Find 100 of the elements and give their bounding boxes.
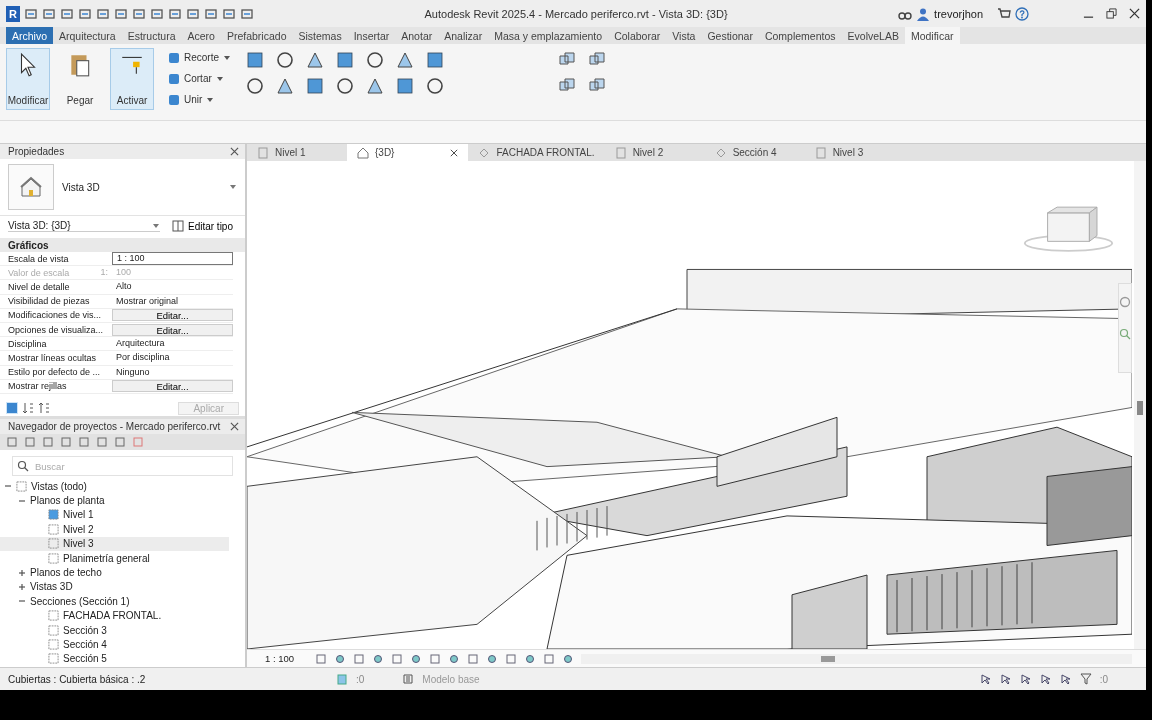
modify-tool-icon[interactable] — [425, 76, 445, 96]
toolbar-icon[interactable] — [114, 6, 128, 21]
zoom-icon[interactable] — [1119, 328, 1131, 340]
edit-button[interactable]: Editar... — [112, 309, 233, 322]
modify-tool-icon[interactable] — [395, 50, 415, 70]
ribbon-tab[interactable]: Insertar — [347, 27, 396, 44]
tree-item[interactable]: FACHADA FRONTAL. — [63, 610, 162, 622]
ribbon-button[interactable]: Modificar — [6, 48, 50, 110]
view-control-icon[interactable] — [448, 652, 461, 665]
steering-wheel-icon[interactable] — [1119, 296, 1131, 308]
modify-tool-icon[interactable] — [365, 76, 385, 96]
selection-filter-icon[interactable] — [999, 673, 1012, 685]
tree-item[interactable]: Nivel 1 — [63, 509, 94, 521]
filter-icon[interactable] — [1079, 673, 1092, 685]
browser-toolbar-icon[interactable] — [114, 436, 126, 448]
tree-item[interactable]: Sección 5 — [63, 653, 107, 665]
toolbar-icon[interactable] — [24, 6, 38, 21]
user-name[interactable]: trevorjhon — [934, 7, 983, 20]
modify-tool-icon[interactable] — [275, 76, 295, 96]
view-control-icon[interactable] — [334, 652, 347, 665]
toolbar-icon[interactable] — [132, 6, 146, 21]
selection-filter-icon[interactable] — [1039, 673, 1052, 685]
ribbon-tab[interactable]: Vista — [666, 27, 702, 44]
browser-toolbar-icon[interactable] — [42, 436, 54, 448]
selection-filter-icon[interactable] — [1059, 673, 1072, 685]
ribbon-button[interactable]: Pegar — [58, 48, 102, 110]
ribbon-tab[interactable]: Sistemas — [292, 27, 348, 44]
modify-tool-icon[interactable] — [335, 76, 355, 96]
scrollbar-thumb[interactable] — [1137, 401, 1143, 415]
tree-item[interactable]: Secciones (Sección 1) — [30, 595, 130, 607]
view-tab[interactable]: FACHADA FRONTAL. — [468, 144, 605, 161]
ribbon-tab[interactable]: Masa y emplazamiento — [488, 27, 609, 44]
browser-toolbar-icon[interactable] — [78, 436, 90, 448]
tree-item[interactable]: Planos de techo — [30, 567, 102, 579]
help-icon[interactable] — [1015, 6, 1029, 21]
scrollbar-thumb[interactable] — [821, 655, 836, 662]
group-header[interactable]: Gráficos — [8, 239, 49, 251]
ribbon-tab[interactable]: Estructura — [121, 27, 182, 44]
instance-dropdown[interactable]: Vista 3D: {3D} — [8, 220, 160, 232]
view-tab[interactable]: Nivel 2 — [604, 144, 705, 161]
tree-item[interactable]: Nivel 3 — [63, 538, 94, 550]
view-control-icon[interactable] — [429, 652, 442, 665]
ribbon-tab[interactable]: EvolveLAB — [841, 27, 905, 44]
browser-toolbar-icon[interactable] — [24, 436, 36, 448]
cart-icon[interactable] — [997, 6, 1011, 21]
view-control-icon[interactable] — [505, 652, 518, 665]
view-scale[interactable]: 1 : 100 — [265, 653, 295, 664]
list-icon[interactable] — [402, 673, 415, 685]
modify-tool-icon[interactable] — [275, 50, 295, 70]
category-sort-icon[interactable] — [6, 402, 18, 414]
ribbon-tab[interactable]: Colaborar — [608, 27, 667, 44]
toolbar-icon[interactable] — [60, 6, 74, 21]
expand-icon[interactable] — [18, 568, 26, 577]
ribbon-tab[interactable]: Prefabricado — [220, 27, 293, 44]
toolbar-icon[interactable] — [150, 6, 164, 21]
ribbon-tab[interactable]: Analizar — [438, 27, 489, 44]
view-control-icon[interactable] — [410, 652, 423, 665]
toolbar-icon[interactable] — [78, 6, 92, 21]
ribbon-tab[interactable]: Gestionar — [701, 27, 759, 44]
type-selector[interactable]: Vista 3D — [0, 159, 245, 216]
worksharing-icon[interactable] — [336, 673, 348, 685]
browser-toolbar-icon[interactable] — [6, 436, 18, 448]
ribbon-tab[interactable]: Acero — [181, 27, 221, 44]
view-tab[interactable]: Nivel 1 — [247, 144, 347, 161]
toolbar-icon[interactable] — [168, 6, 182, 21]
app-logo[interactable]: R — [6, 5, 20, 22]
toolbar-icon[interactable] — [96, 6, 110, 21]
ribbon-dropdown-button[interactable]: Unir — [162, 90, 237, 109]
view-control-icon[interactable] — [524, 652, 537, 665]
close-icon[interactable] — [450, 148, 459, 157]
view-tab[interactable]: Nivel 3 — [804, 144, 905, 161]
browser-toolbar-icon[interactable] — [60, 436, 72, 448]
modify-tool-icon[interactable] — [305, 50, 325, 70]
view-control-icon[interactable] — [543, 652, 556, 665]
restore-icon[interactable] — [1106, 8, 1117, 19]
view-control-icon[interactable] — [467, 652, 480, 665]
selection-filter-icon[interactable] — [1019, 673, 1032, 685]
ribbon-dropdown-button[interactable]: Recorte — [162, 48, 237, 67]
property-input[interactable]: 1 : 100 — [112, 252, 233, 266]
tree-item[interactable]: Planos de planta — [30, 495, 105, 507]
sort-descending-icon[interactable] — [38, 402, 50, 414]
tree-item[interactable]: Nivel 2 — [63, 523, 94, 535]
ribbon-tab[interactable]: Complementos — [758, 27, 842, 44]
close-icon[interactable] — [230, 422, 239, 431]
modify-tool-icon[interactable] — [365, 50, 385, 70]
toolbar-icon[interactable] — [42, 6, 56, 21]
view-control-icon[interactable] — [486, 652, 499, 665]
close-icon[interactable] — [230, 147, 239, 156]
view-tab[interactable]: {3D} — [347, 144, 469, 161]
edit-button[interactable]: Editar... — [112, 380, 233, 393]
toolbar-icon[interactable] — [222, 6, 236, 21]
sort-ascending-icon[interactable] — [22, 402, 34, 414]
ribbon-tab[interactable]: Arquitectura — [53, 27, 122, 44]
tree-item[interactable]: Sección 4 — [63, 639, 107, 650]
toolbar-icon[interactable] — [186, 6, 200, 21]
view-tab[interactable]: Sección 4 — [704, 144, 805, 161]
selection-filter-icon[interactable] — [979, 673, 992, 685]
modify-tool-icon[interactable] — [245, 76, 265, 96]
ribbon-tab[interactable]: Archivo — [6, 27, 53, 44]
tree-item[interactable]: Vistas 3D — [30, 581, 73, 593]
